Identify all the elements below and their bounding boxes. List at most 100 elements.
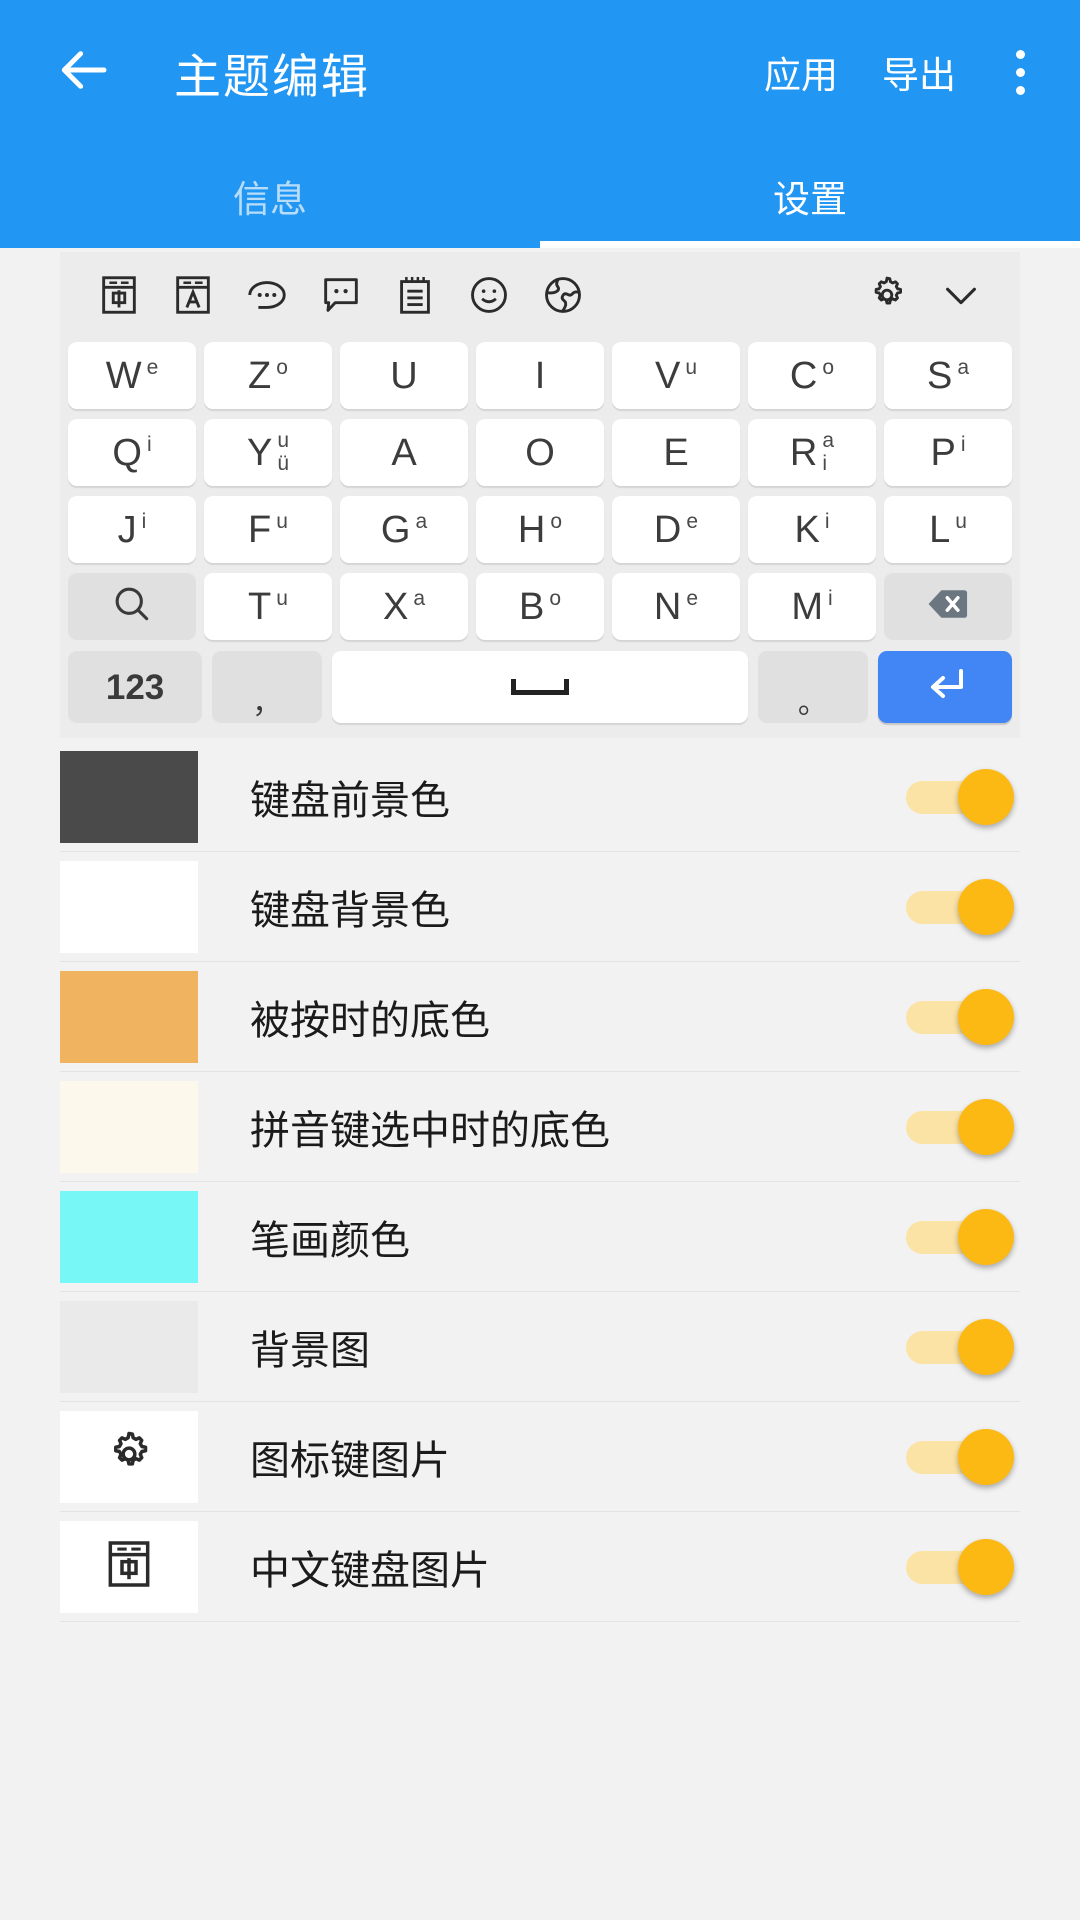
- settings-list: 键盘前景色 键盘背景色 被按时的底色 拼音键选中时的底色 笔画颜色 背景图 图标…: [0, 742, 1080, 1622]
- key-period[interactable]: 。: [757, 651, 868, 723]
- key-r[interactable]: R a i: [748, 419, 876, 486]
- toggle-switch[interactable]: [906, 1538, 1014, 1595]
- key-n[interactable]: N e: [612, 573, 740, 640]
- toggle-switch[interactable]: [906, 878, 1014, 935]
- list-item-label: 被按时的底色: [250, 998, 490, 1043]
- key-v[interactable]: V u: [612, 342, 740, 409]
- list-item-label: 键盘背景色: [250, 888, 450, 933]
- key-w[interactable]: W e: [68, 342, 196, 409]
- key-l[interactable]: L u: [884, 496, 1012, 563]
- toggle-thumb: [958, 1208, 1014, 1265]
- key-comma[interactable]: ，: [212, 651, 323, 723]
- key-numeric-mode[interactable]: 123: [68, 651, 203, 723]
- key-subs: i: [828, 588, 833, 610]
- swatch-cell[interactable]: [60, 1410, 198, 1503]
- key-u[interactable]: U: [340, 342, 468, 409]
- swatch-cell[interactable]: [60, 750, 198, 843]
- key-g[interactable]: G a: [340, 496, 468, 563]
- color-swatch[interactable]: [60, 1080, 198, 1173]
- key-j[interactable]: J i: [68, 496, 196, 563]
- swatch-cell[interactable]: [60, 1080, 198, 1173]
- key-d[interactable]: D e: [612, 496, 740, 563]
- key-main: C: [789, 354, 818, 397]
- swatch-cell[interactable]: [60, 1300, 198, 1393]
- icon-swatch[interactable]: [60, 1410, 198, 1503]
- clipboard-notes-icon[interactable]: [378, 258, 452, 332]
- key-f[interactable]: F u: [204, 496, 332, 563]
- apply-button[interactable]: 应用: [742, 45, 860, 99]
- toggle-thumb: [958, 1428, 1014, 1485]
- color-swatch[interactable]: [60, 750, 198, 843]
- toggle-switch[interactable]: [906, 988, 1014, 1045]
- key-a[interactable]: A: [340, 419, 468, 486]
- toggle-switch[interactable]: [906, 1098, 1014, 1155]
- app-bar-top: 主题编辑 应用 导出: [0, 0, 1080, 144]
- key-main: A: [391, 431, 417, 474]
- swatch-cell[interactable]: [60, 1520, 198, 1613]
- list-item[interactable]: 中文键盘图片: [60, 1512, 1020, 1622]
- swatch-cell[interactable]: [60, 860, 198, 953]
- tab-settings[interactable]: 设置: [540, 144, 1080, 248]
- key-z[interactable]: Z o: [204, 342, 332, 409]
- key-main: I: [534, 354, 546, 397]
- toggle-switch[interactable]: [906, 768, 1014, 825]
- tab-info[interactable]: 信息: [0, 144, 540, 248]
- chevron-down-icon[interactable]: [924, 258, 998, 332]
- english-input-icon[interactable]: [156, 258, 230, 332]
- key-t[interactable]: T u: [204, 573, 332, 640]
- back-button[interactable]: [28, 17, 138, 127]
- key-space[interactable]: [332, 651, 748, 723]
- key-main: 123: [105, 667, 165, 707]
- toggle-switch[interactable]: [906, 1428, 1014, 1485]
- key-sub: e: [686, 587, 699, 611]
- swatch-cell[interactable]: [60, 970, 198, 1063]
- key-p[interactable]: P i: [884, 419, 1012, 486]
- list-item[interactable]: 被按时的底色: [60, 962, 1020, 1072]
- speech-bubble-dots-icon[interactable]: [230, 258, 304, 332]
- chinese-input-icon[interactable]: [82, 258, 156, 332]
- list-item[interactable]: 图标键图片: [60, 1402, 1020, 1512]
- list-item[interactable]: 键盘背景色: [60, 852, 1020, 962]
- key-main: U: [390, 354, 418, 397]
- list-item-label: 图标键图片: [250, 1438, 450, 1483]
- color-swatch[interactable]: [60, 970, 198, 1063]
- color-swatch[interactable]: [60, 1190, 198, 1283]
- color-swatch[interactable]: [60, 860, 198, 953]
- more-vertical-icon[interactable]: [978, 17, 1062, 127]
- key-subs: u: [276, 511, 288, 533]
- key-c[interactable]: C o: [748, 342, 876, 409]
- key-main: T: [248, 585, 272, 628]
- list-item[interactable]: 笔画颜色: [60, 1182, 1020, 1292]
- export-button[interactable]: 导出: [860, 45, 978, 99]
- key-m[interactable]: M i: [748, 573, 876, 640]
- list-item[interactable]: 背景图: [60, 1292, 1020, 1402]
- toggle-switch[interactable]: [906, 1208, 1014, 1265]
- key-search[interactable]: [68, 573, 196, 640]
- key-subs: o: [822, 357, 834, 379]
- chat-bubble-icon[interactable]: [304, 258, 378, 332]
- key-i[interactable]: I: [476, 342, 604, 409]
- key-q[interactable]: Q i: [68, 419, 196, 486]
- key-h[interactable]: H o: [476, 496, 604, 563]
- icon-swatch[interactable]: [60, 1520, 198, 1613]
- key-b[interactable]: B o: [476, 573, 604, 640]
- key-sub: e: [686, 510, 699, 534]
- key-enter[interactable]: [877, 651, 1012, 723]
- key-s[interactable]: S a: [884, 342, 1012, 409]
- color-swatch[interactable]: [60, 1300, 198, 1393]
- emoji-smiley-icon[interactable]: [452, 258, 526, 332]
- globe-icon[interactable]: [526, 258, 600, 332]
- key-backspace[interactable]: [884, 573, 1012, 640]
- key-subs: o: [549, 588, 561, 610]
- list-item[interactable]: 键盘前景色: [60, 742, 1020, 852]
- key-o[interactable]: O: [476, 419, 604, 486]
- swatch-cell[interactable]: [60, 1190, 198, 1283]
- toggle-switch[interactable]: [906, 1318, 1014, 1375]
- gear-icon[interactable]: [850, 258, 924, 332]
- key-x[interactable]: X a: [340, 573, 468, 640]
- key-y[interactable]: Y u ü: [204, 419, 332, 486]
- key-e[interactable]: E: [612, 419, 740, 486]
- key-k[interactable]: K i: [748, 496, 876, 563]
- toggle-thumb: [958, 768, 1014, 825]
- list-item[interactable]: 拼音键选中时的底色: [60, 1072, 1020, 1182]
